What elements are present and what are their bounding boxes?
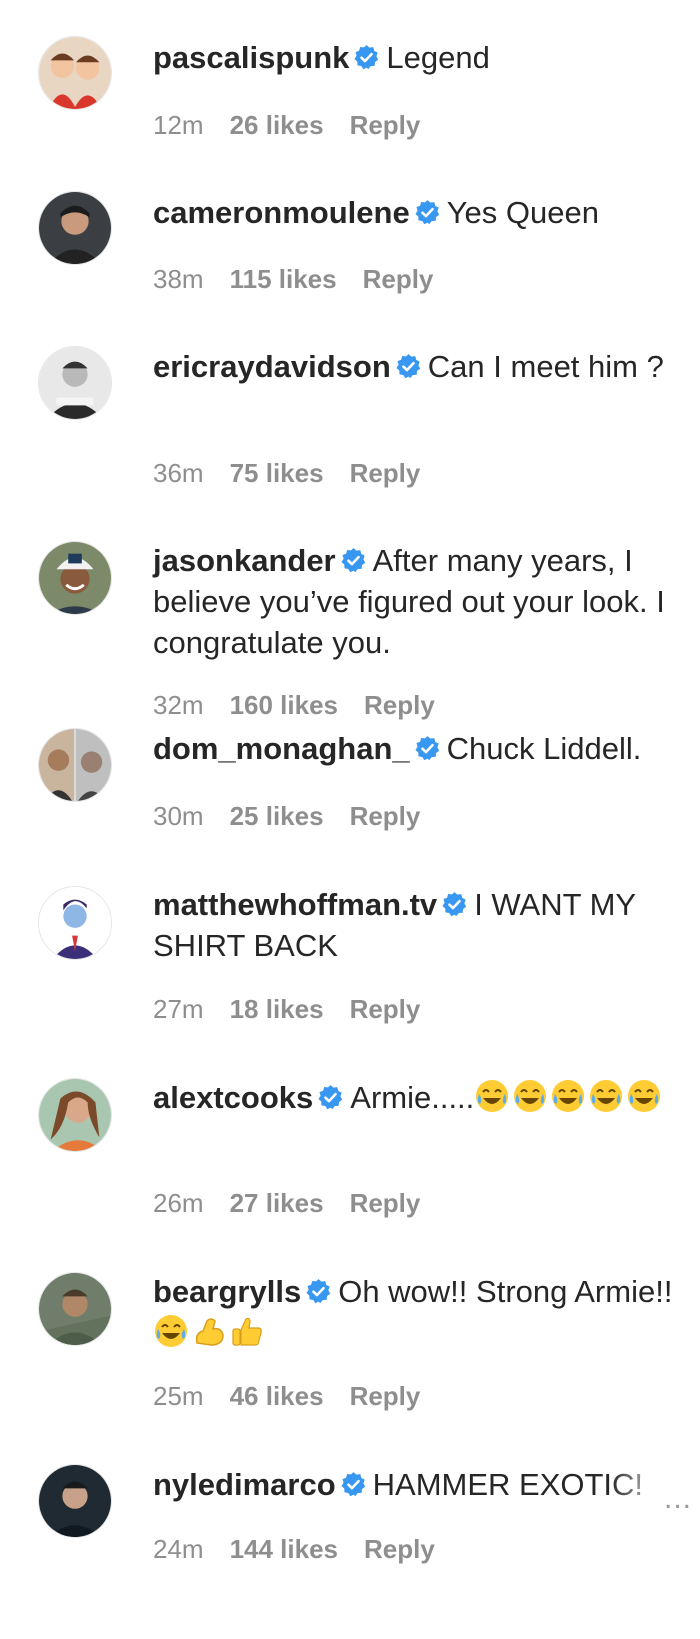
likes-count[interactable]: 46 likes (230, 1381, 324, 1411)
comment-meta: 26m 27 likes Reply (153, 1188, 420, 1218)
username[interactable]: cameronmoulene (153, 195, 410, 230)
username[interactable]: nyledimarco (153, 1467, 336, 1502)
avatar[interactable] (38, 1464, 112, 1538)
more-ellipsis[interactable]: ... (664, 1482, 692, 1516)
likes-count[interactable]: 26 likes (230, 110, 324, 140)
reply-button[interactable]: Reply (350, 110, 421, 140)
avatar[interactable] (38, 1272, 112, 1346)
comment-body: Can I meet him ? (427, 349, 664, 384)
timestamp[interactable]: 36m (153, 458, 204, 488)
comment-text: pascalispunk Legend (153, 37, 693, 78)
comment-body: Armie..... (350, 1080, 475, 1115)
likes-count[interactable]: 115 likes (230, 264, 337, 294)
verified-badge-icon (305, 1278, 332, 1305)
comment-text: cameronmoulene Yes Queen (153, 192, 693, 233)
timestamp[interactable]: 38m (153, 264, 204, 294)
verified-badge-icon (317, 1084, 344, 1111)
reply-button[interactable]: Reply (350, 1381, 421, 1411)
avatar[interactable] (38, 541, 112, 615)
reply-button[interactable]: Reply (350, 801, 421, 831)
verified-badge-icon (340, 1471, 367, 1498)
likes-count[interactable]: 144 likes (230, 1534, 338, 1564)
verified-badge-icon (395, 353, 422, 380)
likes-count[interactable]: 160 likes (230, 690, 338, 720)
comment-meta: 38m 115 likes Reply (153, 264, 433, 294)
avatar[interactable] (38, 346, 112, 420)
username[interactable]: beargrylls (153, 1274, 301, 1309)
comment-text: dom_monaghan_ Chuck Liddell. (153, 728, 693, 769)
verified-badge-icon (441, 891, 468, 918)
comment-text: matthewhoffman.tv I WANT MY SHIRT BACK (153, 884, 693, 966)
comment-text: jasonkander After many years, I believe y… (153, 540, 693, 663)
tears-of-joy-emoji (626, 1078, 662, 1114)
avatar[interactable] (38, 1078, 112, 1152)
avatar[interactable] (38, 728, 112, 802)
tears-of-joy-emoji (474, 1078, 510, 1114)
comment-text: nyledimarco HAMMER EXOTIC! (153, 1464, 663, 1505)
username[interactable]: alextcooks (153, 1080, 313, 1115)
timestamp[interactable]: 30m (153, 801, 204, 831)
thumbs-up-emoji (229, 1313, 265, 1349)
flexed-biceps-emoji (191, 1313, 227, 1349)
username[interactable]: pascalispunk (153, 40, 349, 75)
tears-of-joy-emoji (550, 1078, 586, 1114)
comment-meta: 27m 18 likes Reply (153, 994, 420, 1024)
likes-count[interactable]: 75 likes (230, 458, 324, 488)
reply-button[interactable]: Reply (364, 690, 435, 720)
comment-meta: 30m 25 likes Reply (153, 801, 420, 831)
comment-meta: 25m 46 likes Reply (153, 1381, 420, 1411)
avatar[interactable] (38, 36, 112, 110)
reply-button[interactable]: Reply (350, 1188, 421, 1218)
comment-meta: 24m 144 likes Reply (153, 1534, 435, 1564)
likes-count[interactable]: 25 likes (230, 801, 324, 831)
tears-of-joy-emoji (153, 1313, 189, 1349)
comment-body: Yes Queen (446, 195, 599, 230)
timestamp[interactable]: 24m (153, 1534, 204, 1564)
tears-of-joy-emoji (512, 1078, 548, 1114)
comment-body: Chuck Liddell. (446, 731, 642, 766)
verified-badge-icon (340, 547, 367, 574)
verified-badge-icon (414, 199, 441, 226)
username[interactable]: ericraydavidson (153, 349, 391, 384)
comment-text: alextcooks Armie..... (153, 1077, 693, 1118)
username[interactable]: matthewhoffman.tv (153, 887, 437, 922)
comment-text: ericraydavidson Can I meet him ? (153, 346, 693, 387)
timestamp[interactable]: 12m (153, 110, 204, 140)
username[interactable]: dom_monaghan_ (153, 731, 410, 766)
reply-button[interactable]: Reply (350, 458, 421, 488)
reply-button[interactable]: Reply (363, 264, 434, 294)
comment-body: Oh wow!! Strong Armie!! (338, 1274, 673, 1309)
timestamp[interactable]: 26m (153, 1188, 204, 1218)
timestamp[interactable]: 27m (153, 994, 204, 1024)
comment-text: beargrylls Oh wow!! Strong Armie!! (153, 1271, 693, 1353)
reply-button[interactable]: Reply (350, 994, 421, 1024)
verified-badge-icon (353, 44, 380, 71)
likes-count[interactable]: 27 likes (230, 1188, 324, 1218)
comment-meta: 12m 26 likes Reply (153, 110, 420, 140)
likes-count[interactable]: 18 likes (230, 994, 324, 1024)
comment-body: Legend (386, 40, 490, 75)
avatar[interactable] (38, 191, 112, 265)
comment-body: HAMMER EXOTIC! (372, 1467, 644, 1502)
timestamp[interactable]: 32m (153, 690, 204, 720)
comment-meta: 36m 75 likes Reply (153, 458, 420, 488)
username[interactable]: jasonkander (153, 543, 336, 578)
comment-meta: 32m 160 likes Reply (153, 690, 435, 720)
tears-of-joy-emoji (588, 1078, 624, 1114)
verified-badge-icon (414, 735, 441, 762)
timestamp[interactable]: 25m (153, 1381, 204, 1411)
reply-button[interactable]: Reply (364, 1534, 435, 1564)
avatar[interactable] (38, 886, 112, 960)
